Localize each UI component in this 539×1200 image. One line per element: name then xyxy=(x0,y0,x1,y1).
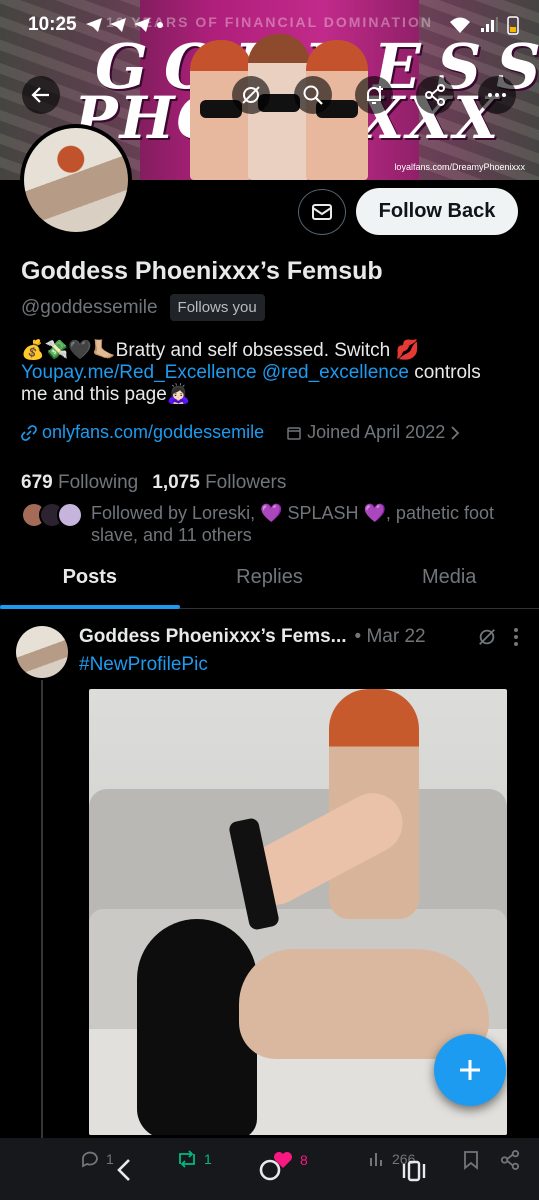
post-avatar[interactable] xyxy=(16,626,68,678)
joined-date[interactable]: Joined April 2022 xyxy=(286,422,460,443)
status-time: 10:25 xyxy=(28,14,77,35)
post-author[interactable]: Goddess Phoenixxx’s Fems... xyxy=(79,626,347,648)
followed-by-text: Followed by Loreski, 💜 SPLASH 💜, patheti… xyxy=(91,503,495,545)
post-hashtag[interactable]: #NewProfilePic xyxy=(79,654,208,676)
nav-back-icon[interactable] xyxy=(116,1158,132,1182)
tab-replies[interactable]: Replies xyxy=(180,552,360,608)
followers-link[interactable]: 1,075 Followers xyxy=(152,472,286,494)
search-button[interactable] xyxy=(294,76,332,114)
system-icons xyxy=(449,15,519,35)
following-count: 679 xyxy=(21,472,53,493)
joined-text: Joined April 2022 xyxy=(307,422,446,442)
share-button[interactable] xyxy=(416,76,454,114)
profile-meta: onlyfans.com/goddessemile Joined April 2… xyxy=(21,422,460,443)
followers-label: Followers xyxy=(205,472,287,493)
repost-count: 1 xyxy=(204,1151,212,1167)
more-horizontal-icon xyxy=(488,93,506,97)
repost-button[interactable]: 1 xyxy=(176,1150,212,1168)
bell-plus-icon xyxy=(367,86,383,104)
mail-icon xyxy=(312,204,332,220)
avatar-image xyxy=(24,128,128,232)
follow-counts: 679 Following 1,075 Followers xyxy=(21,472,286,494)
profile-bio: 💰💸🖤🦶🏼Bratty and self obsessed. Switch 💋 … xyxy=(21,340,521,406)
reply-count: 1 xyxy=(106,1151,114,1167)
reply-button[interactable]: 1 xyxy=(80,1150,114,1168)
notifications-button[interactable] xyxy=(355,76,393,114)
bio-link-youpay[interactable]: Youpay.me/Red_Excellence xyxy=(21,362,257,383)
banner-watermark: loyalfans.com/DreamyPhoenixxx xyxy=(394,162,525,172)
plus-icon xyxy=(460,1060,480,1080)
dot-icon xyxy=(156,22,163,28)
message-button[interactable] xyxy=(298,189,346,235)
followers-count: 1,075 xyxy=(152,472,200,493)
tab-posts[interactable]: Posts xyxy=(0,552,180,609)
telegram-icon xyxy=(109,18,126,32)
more-vertical-icon xyxy=(514,628,518,646)
website-link[interactable]: onlyfans.com/goddessemile xyxy=(42,422,264,443)
handle-row: @goddessemile Follows you xyxy=(21,294,265,321)
status-bar: 10:25 xyxy=(0,0,539,50)
nav-recents-icon[interactable] xyxy=(402,1160,426,1182)
chevron-right-icon xyxy=(451,425,460,440)
telegram-icon xyxy=(133,18,150,32)
reply-icon xyxy=(82,1151,98,1168)
link-icon xyxy=(21,424,37,441)
bio-text: Bratty and self obsessed. Switch 💋 xyxy=(115,340,420,361)
grok-icon xyxy=(479,629,495,645)
profile-name: Goddess Phoenixxx’s Femsub xyxy=(21,257,383,285)
share-icon xyxy=(425,84,445,106)
follower-avatars xyxy=(21,502,83,546)
signal-icon xyxy=(481,17,498,32)
bio-text: controls xyxy=(408,362,481,383)
more-options-button[interactable] xyxy=(478,76,516,114)
telegram-icon xyxy=(85,18,102,32)
share-icon xyxy=(500,1150,520,1170)
tab-media[interactable]: Media xyxy=(359,552,539,608)
bio-emoji: 💰💸🖤🦶🏼 xyxy=(21,340,116,361)
views-icon xyxy=(370,1153,382,1166)
bio-mention[interactable]: @red_excellence xyxy=(262,362,409,383)
search-icon xyxy=(303,85,323,105)
following-label: Following xyxy=(57,472,139,493)
wifi-icon xyxy=(450,17,470,33)
repost-icon xyxy=(179,1150,195,1168)
back-button[interactable] xyxy=(22,76,60,114)
thread-line xyxy=(41,680,43,1150)
calendar-icon xyxy=(287,426,301,440)
followed-by-row[interactable]: Followed by Loreski, 💜 SPLASH 💜, patheti… xyxy=(21,502,521,546)
notification-icons xyxy=(85,17,163,33)
grok-button[interactable] xyxy=(232,76,270,114)
profile-tabs: Posts Replies Media xyxy=(0,552,539,609)
compose-button[interactable] xyxy=(434,1034,506,1106)
bookmark-icon xyxy=(464,1151,478,1170)
arrow-left-icon xyxy=(31,87,49,103)
nav-home-icon[interactable] xyxy=(258,1158,282,1182)
follows-you-badge: Follows you xyxy=(169,294,265,321)
follow-back-button[interactable]: Follow Back xyxy=(356,188,518,235)
banner-models-image xyxy=(190,34,370,180)
profile-handle: @goddessemile xyxy=(21,296,158,318)
post-header: Goddess Phoenixxx’s Fems... • Mar 22 xyxy=(79,626,519,648)
post-date: • Mar 22 xyxy=(354,626,426,647)
bio-text: me and this page🙇🏻‍♀️ xyxy=(21,384,191,405)
like-count: 8 xyxy=(300,1152,308,1168)
profile-avatar[interactable] xyxy=(20,124,132,236)
battery-icon xyxy=(507,16,519,35)
following-link[interactable]: 679 Following xyxy=(21,472,138,494)
share-post-button[interactable] xyxy=(500,1150,520,1170)
bookmark-button[interactable] xyxy=(462,1150,480,1170)
grok-icon xyxy=(242,86,260,104)
